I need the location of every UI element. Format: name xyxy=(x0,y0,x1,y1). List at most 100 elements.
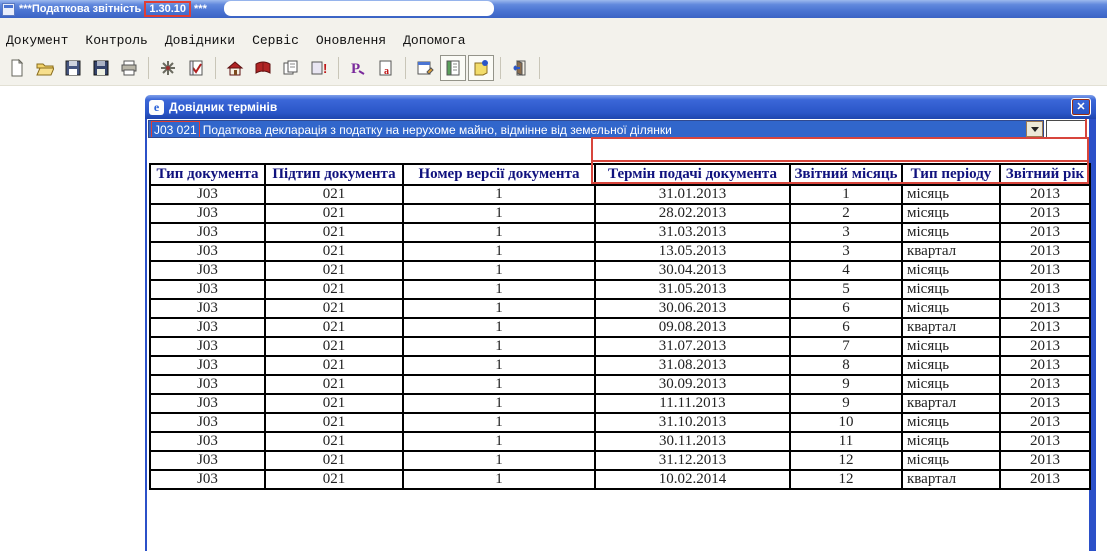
table-cell: 021 xyxy=(265,394,403,413)
table-cell: 021 xyxy=(265,337,403,356)
note-pin-icon xyxy=(472,59,490,77)
dropdown-arrow-icon[interactable] xyxy=(1026,121,1043,137)
table-row[interactable]: J03021131.03.20133місяць2013 xyxy=(150,223,1090,242)
table-cell: 2013 xyxy=(1000,299,1090,318)
terms-directory-dialog: Тип документаПідтип документаНомер версі… xyxy=(145,95,1096,551)
close-button[interactable]: ✕ xyxy=(1071,98,1091,116)
table-cell: 28.02.2013 xyxy=(595,204,790,223)
table-cell: 6 xyxy=(790,299,902,318)
document-type-dropdown[interactable]: J03 021 Податкова декларація з податку на… xyxy=(148,120,1044,138)
table-cell: 1 xyxy=(403,337,595,356)
toolbar-separator xyxy=(215,57,216,79)
table-cell: J03 xyxy=(150,470,265,489)
dialog-title: Довідник термінів xyxy=(169,100,277,114)
table-row[interactable]: J03021130.06.20136місяць2013 xyxy=(150,299,1090,318)
app-icon xyxy=(2,3,15,16)
table-row[interactable]: J03021130.04.20134місяць2013 xyxy=(150,261,1090,280)
save-all-button[interactable] xyxy=(88,55,114,81)
table-cell: 2013 xyxy=(1000,337,1090,356)
table-cell: 021 xyxy=(265,432,403,451)
table-cell: J03 xyxy=(150,356,265,375)
document-letter-icon: a xyxy=(377,59,395,77)
print-button[interactable] xyxy=(116,55,142,81)
svg-text:P: P xyxy=(351,61,360,77)
notes-button[interactable] xyxy=(468,55,494,81)
table-cell: 1 xyxy=(403,261,595,280)
table-cell: 13.05.2013 xyxy=(595,242,790,261)
column-header: Звітний рік xyxy=(1000,164,1090,185)
table-cell: місяць xyxy=(902,432,1000,451)
check-document-button[interactable] xyxy=(183,55,209,81)
svg-text:!: ! xyxy=(323,61,327,76)
open-folder-icon xyxy=(36,59,54,77)
table-cell: 021 xyxy=(265,451,403,470)
table-cell: 1 xyxy=(403,413,595,432)
table-cell: 2013 xyxy=(1000,185,1090,204)
menu-item[interactable]: Контроль xyxy=(83,32,149,49)
table-row[interactable]: J03021111.11.20139квартал2013 xyxy=(150,394,1090,413)
open-button[interactable] xyxy=(32,55,58,81)
table-cell: 1 xyxy=(403,242,595,261)
table-cell: 021 xyxy=(265,299,403,318)
table-cell: 2013 xyxy=(1000,223,1090,242)
table-cell: місяць xyxy=(902,280,1000,299)
table-cell: J03 xyxy=(150,242,265,261)
document-alert-button[interactable]: ! xyxy=(306,55,332,81)
table-cell: J03 xyxy=(150,432,265,451)
home-button[interactable] xyxy=(222,55,248,81)
toolbar-separator xyxy=(148,57,149,79)
menu-item[interactable]: Оновлення xyxy=(314,32,388,49)
table-cell: 30.11.2013 xyxy=(595,432,790,451)
table-row[interactable]: J03021113.05.20133квартал2013 xyxy=(150,242,1090,261)
save-all-icon xyxy=(92,59,110,77)
table-row[interactable]: J03021109.08.20136квартал2013 xyxy=(150,318,1090,337)
exit-button[interactable] xyxy=(507,55,533,81)
menu-item[interactable]: Довідники xyxy=(163,32,237,49)
table-cell: квартал xyxy=(902,470,1000,489)
document-font-button[interactable]: a xyxy=(373,55,399,81)
save-icon xyxy=(64,59,82,77)
save-button[interactable] xyxy=(60,55,86,81)
table-cell: 5 xyxy=(790,280,902,299)
table-cell: J03 xyxy=(150,204,265,223)
book-icon xyxy=(254,59,272,77)
table-cell: 021 xyxy=(265,318,403,337)
document-description: Податкова декларація з податку на нерухо… xyxy=(203,123,672,137)
table-row[interactable]: J03021128.02.20132місяць2013 xyxy=(150,204,1090,223)
tools-button[interactable] xyxy=(155,55,181,81)
table-row[interactable]: J03021130.11.201311місяць2013 xyxy=(150,432,1090,451)
book-button[interactable] xyxy=(250,55,276,81)
table-cell: місяць xyxy=(902,299,1000,318)
table-cell: J03 xyxy=(150,375,265,394)
new-document-button[interactable] xyxy=(4,55,30,81)
sign-stamp-button[interactable]: P xyxy=(345,55,371,81)
table-row[interactable]: J03021131.05.20135місяць2013 xyxy=(150,280,1090,299)
print-icon xyxy=(120,59,138,77)
window-title-suffix: *** xyxy=(194,3,207,15)
table-cell: 31.05.2013 xyxy=(595,280,790,299)
table-cell: місяць xyxy=(902,185,1000,204)
table-row[interactable]: J03021131.10.201310місяць2013 xyxy=(150,413,1090,432)
table-row[interactable]: J03021131.01.20131місяць2013 xyxy=(150,185,1090,204)
document-code: J03 021 xyxy=(154,123,197,137)
table-cell: 2013 xyxy=(1000,375,1090,394)
table-cell: 021 xyxy=(265,280,403,299)
journal-pages-button[interactable] xyxy=(440,55,466,81)
menu-item[interactable]: Документ xyxy=(4,32,70,49)
properties-button[interactable] xyxy=(412,55,438,81)
table-row[interactable]: J03021131.07.20137місяць2013 xyxy=(150,337,1090,356)
copy-pages-button[interactable] xyxy=(278,55,304,81)
menu-item[interactable]: Допомога xyxy=(401,32,467,49)
table-row[interactable]: J03021110.02.201412квартал2013 xyxy=(150,470,1090,489)
table-cell: місяць xyxy=(902,223,1000,242)
table-cell: 31.01.2013 xyxy=(595,185,790,204)
table-body: J03021131.01.20131місяць2013J03021128.02… xyxy=(150,185,1090,489)
table-cell: 31.12.2013 xyxy=(595,451,790,470)
table-cell: 10.02.2014 xyxy=(595,470,790,489)
home-icon xyxy=(226,59,244,77)
table-row[interactable]: J03021130.09.20139місяць2013 xyxy=(150,375,1090,394)
table-row[interactable]: J03021131.12.201312місяць2013 xyxy=(150,451,1090,470)
table-row[interactable]: J03021131.08.20138місяць2013 xyxy=(150,356,1090,375)
menu-item[interactable]: Сервіс xyxy=(250,32,301,49)
table-cell: 31.03.2013 xyxy=(595,223,790,242)
